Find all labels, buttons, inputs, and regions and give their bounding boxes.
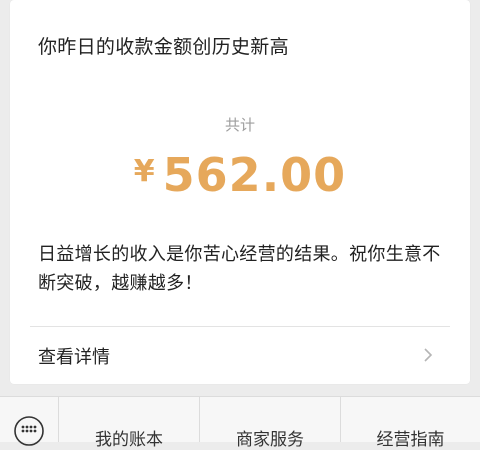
menu-label: 商家服务 [236,430,304,450]
menu-label: 经营指南 [376,430,445,450]
menu-merchant-services[interactable]: 商家服务 [200,397,341,450]
menu-business-guide[interactable]: 经营指南 [341,397,480,450]
amount-value: 562.00 [162,148,347,202]
notification-card: 你昨日的收款金额创历史新高 共计 ¥562.00 日益增长的收入是你苦心经营的结… [10,0,470,384]
total-label: 共计 [224,116,255,134]
menu-label: 我的账本 [95,430,163,450]
chevron-right-icon [424,348,433,362]
view-details-label: 查看详情 [38,347,110,368]
message-text: 日益增长的收入是你苦心经营的结果。祝你生意不断突破，越赚越多！ [38,244,441,294]
keyboard-icon [14,416,44,446]
bottom-menu-bar: 我的账本 商家服务 经营指南 [0,396,480,450]
keyboard-toggle[interactable] [0,397,59,446]
currency-symbol: ¥ [133,154,155,189]
menu-my-ledger[interactable]: 我的账本 [59,397,200,450]
headline: 你昨日的收款金额创历史新高 [38,36,289,58]
amount-display: ¥562.00 [10,148,470,202]
view-details-row[interactable]: 查看详情 [10,327,470,383]
